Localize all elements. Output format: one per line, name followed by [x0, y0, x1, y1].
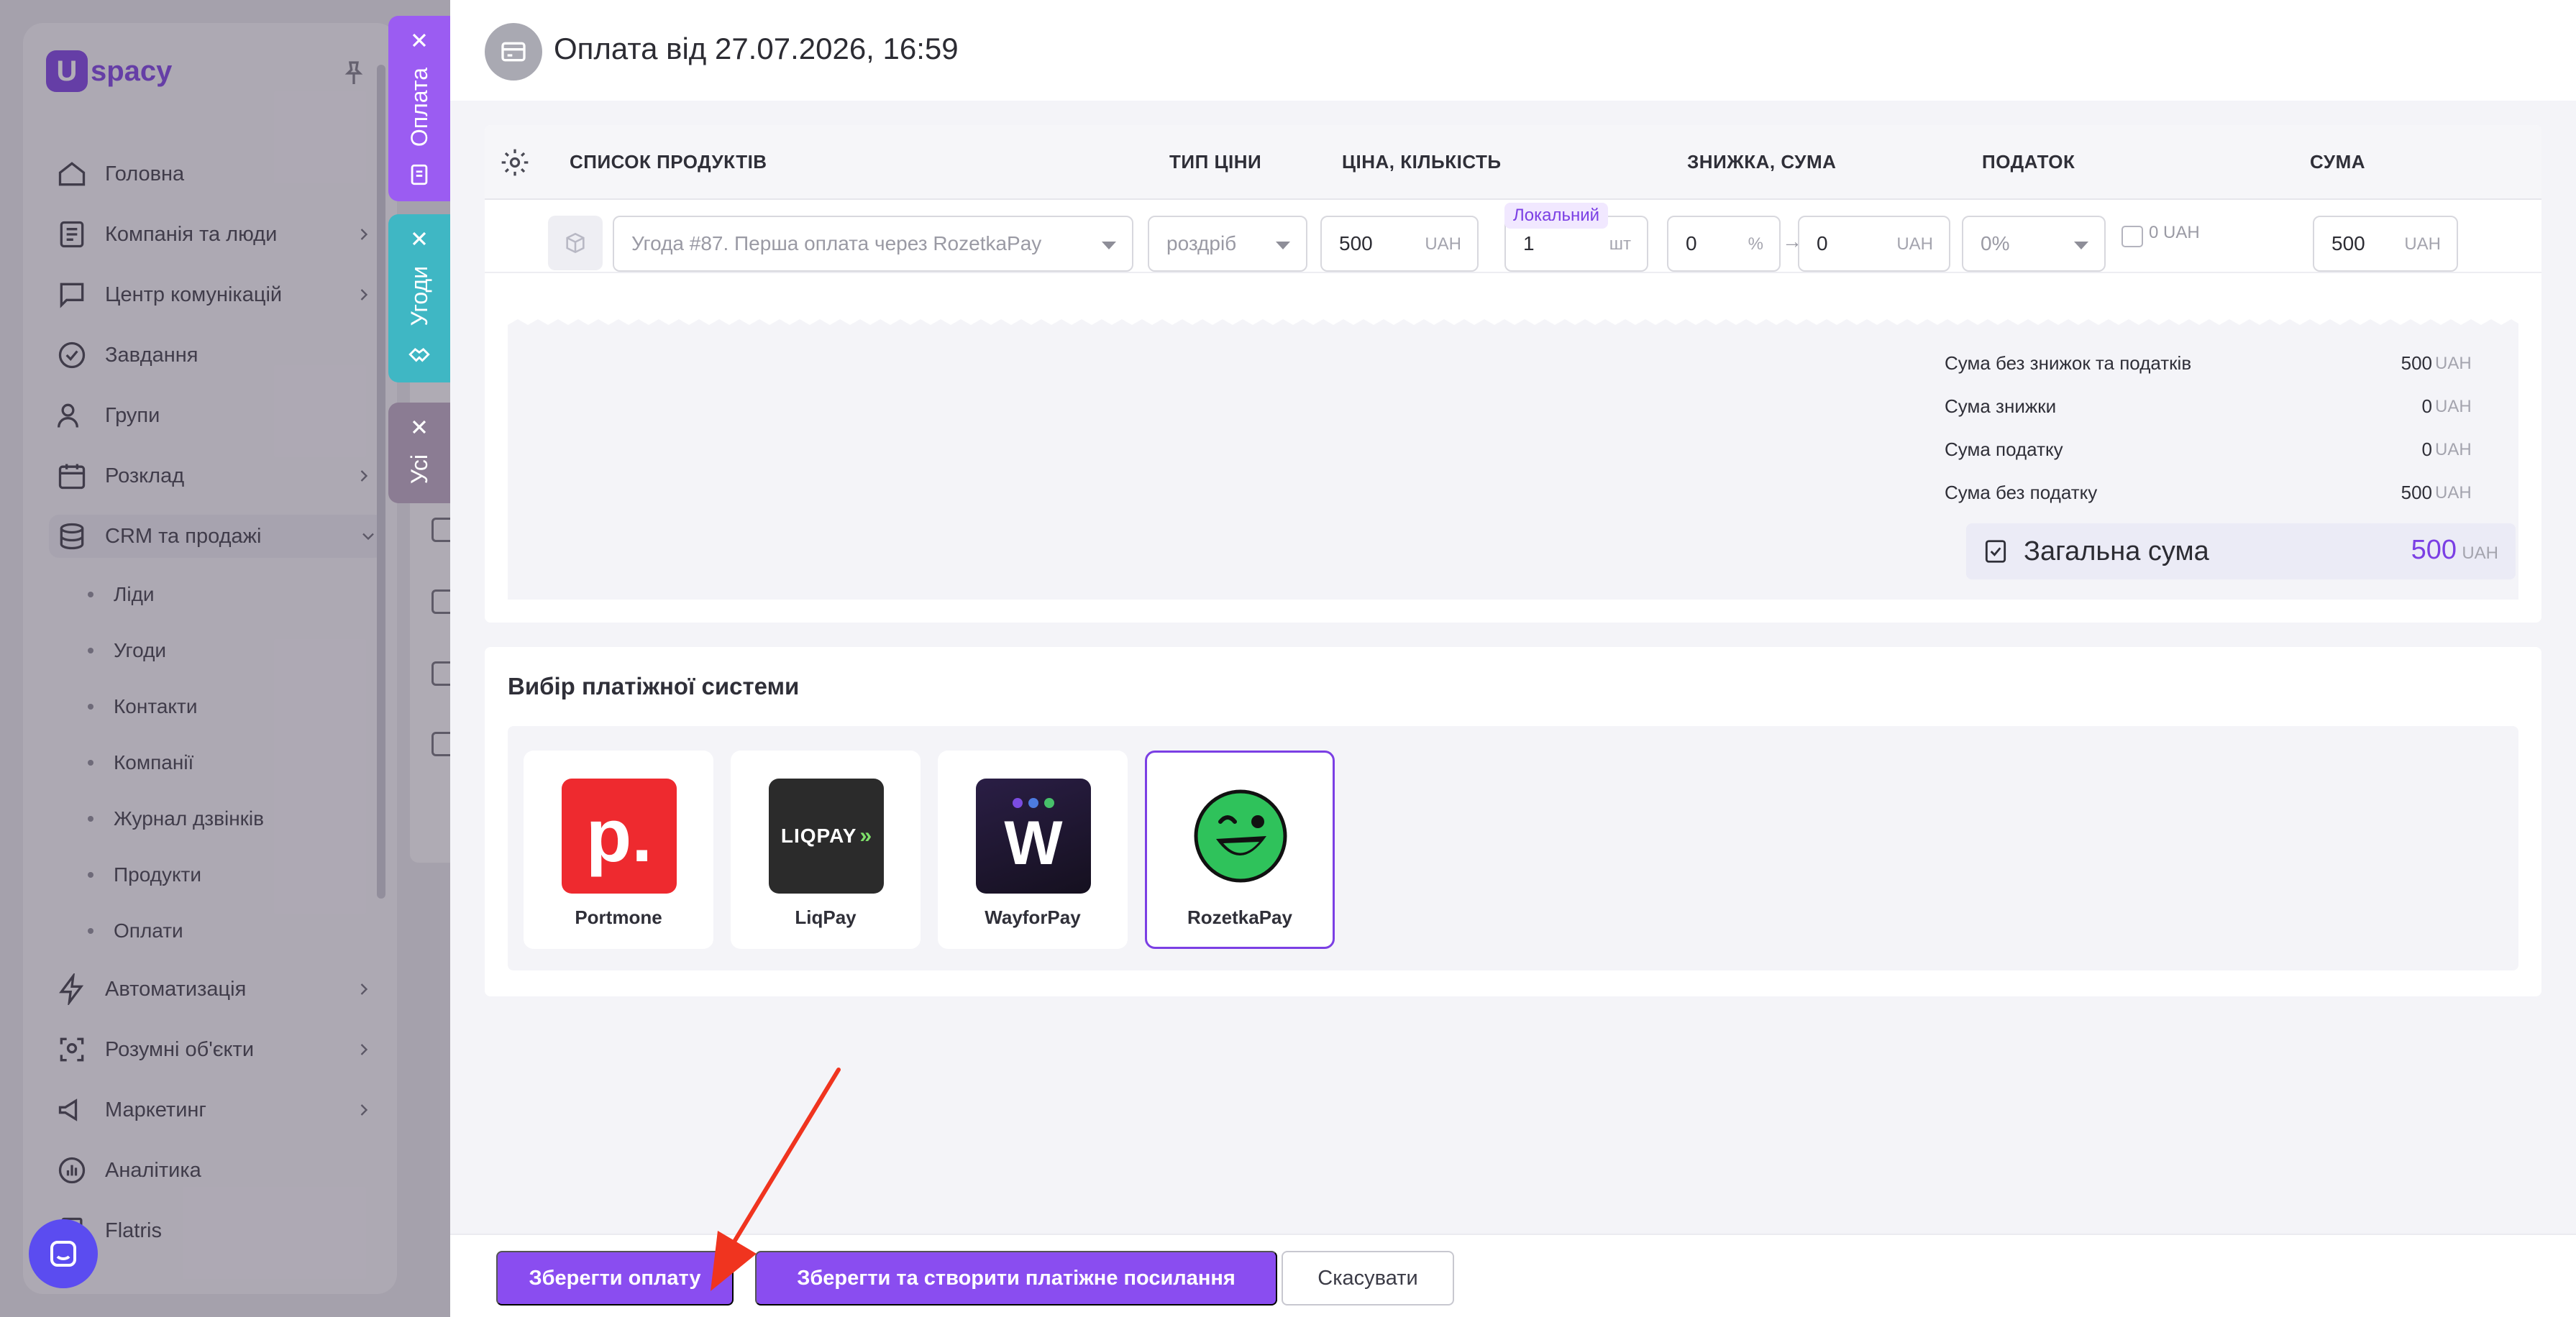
liqpay-logo-text: LIQPAY: [780, 825, 857, 847]
column-header-discount: ЗНИЖКА, СУМА: [1687, 151, 1837, 173]
total-label: Сума знижки: [1945, 395, 2057, 417]
wayforpay-logo: W: [976, 779, 1091, 894]
price-type-select[interactable]: роздріб: [1148, 216, 1307, 272]
total-row: Сума без знижок та податків 500 UAH: [1945, 348, 2491, 377]
discount-percent-input[interactable]: 0 %: [1667, 216, 1781, 272]
liqpay-logo: LIQPAY »: [769, 779, 884, 894]
side-tab-label: Усі: [406, 454, 432, 485]
price-input[interactable]: 500 UAH: [1320, 216, 1479, 272]
product-select-value: Угода #87. Перша оплата через RozetkaPay: [631, 232, 1042, 254]
gear-icon[interactable]: [499, 147, 531, 178]
total-value: 0: [2421, 395, 2432, 417]
portmone-logo: p.: [562, 779, 677, 894]
rozetkapay-logo: [1183, 779, 1298, 894]
grand-total-value: 500: [2411, 535, 2457, 565]
payment-option-label: WayforPay: [985, 907, 1081, 928]
chat-icon: [50, 1241, 76, 1267]
side-tab-all[interactable]: Усі: [388, 403, 450, 503]
side-tab-label: Угоди: [406, 266, 432, 326]
total-value: 500: [2401, 482, 2432, 503]
total-label: Сума без знижок та податків: [1945, 352, 2192, 374]
drawer-footer: Зберегти оплату Зберегти та створити пла…: [450, 1234, 2576, 1317]
total-label: Сума податку: [1945, 439, 2063, 460]
price-value: 500: [1339, 232, 1373, 254]
side-tab-label: Оплата: [406, 68, 432, 147]
discount-percent-unit: %: [1748, 234, 1763, 254]
portmone-logo-text: p.: [585, 794, 653, 878]
save-payment-button[interactable]: Зберегти оплату: [496, 1251, 734, 1305]
wayforpay-dots: [1013, 798, 1054, 808]
grand-total-unit: UAH: [2462, 543, 2498, 563]
save-and-create-link-button[interactable]: Зберегти та створити платіжне посилання: [755, 1251, 1277, 1305]
caret-down-icon: [2074, 242, 2088, 249]
page-title: Оплата від 27.07.2026, 16:59: [554, 32, 959, 65]
caret-down-icon: [1102, 242, 1116, 249]
total-value: 500: [2401, 352, 2432, 374]
product-select[interactable]: Угода #87. Перша оплата через RozetkaPay: [613, 216, 1133, 272]
total-unit: UAH: [2435, 483, 2472, 503]
cancel-button[interactable]: Скасувати: [1282, 1251, 1454, 1305]
side-tab-deals[interactable]: Угоди: [388, 214, 450, 382]
product-cube-icon: [548, 216, 603, 270]
column-header-price-type: ТИП ЦІНИ: [1169, 151, 1262, 173]
grand-total-label: Загальна сума: [2024, 536, 2209, 566]
receipt-icon: [1985, 540, 2006, 563]
quantity-unit: шт: [1609, 234, 1631, 254]
discount-sum-input[interactable]: 0 UAH: [1798, 216, 1950, 272]
payment-option-label: RozetkaPay: [1187, 907, 1292, 928]
handshake-icon: [408, 347, 430, 362]
payment-option-liqpay[interactable]: LIQPAY » LiqPay: [731, 751, 921, 949]
close-icon[interactable]: [408, 227, 431, 250]
payment-card-icon: [485, 23, 542, 81]
local-badge: Локальний: [1504, 203, 1609, 229]
total-value: 0: [2421, 439, 2432, 460]
discount-percent-value: 0: [1686, 232, 1697, 254]
side-tab-payment[interactable]: Оплата: [388, 16, 450, 201]
total-unit: UAH: [2435, 354, 2472, 373]
payment-drawer: Оплата від 27.07.2026, 16:59 СПИСОК ПРОД…: [450, 0, 2576, 1317]
payment-option-portmone[interactable]: p. Portmone: [524, 751, 713, 949]
tax-amount: 0 UAH: [2149, 223, 2200, 242]
chat-widget-button[interactable]: [29, 1219, 98, 1288]
document-icon: [411, 164, 428, 185]
total-row: Сума знижки 0 UAH: [1945, 391, 2491, 420]
products-card: СПИСОК ПРОДУКТІВ ТИП ЦІНИ ЦІНА, КІЛЬКІСТ…: [485, 125, 2541, 623]
sum-input[interactable]: 500 UAH: [2313, 216, 2458, 272]
payment-options-area: p. Portmone LIQPAY » LiqPay W WayforPay …: [508, 726, 2518, 970]
payment-option-label: LiqPay: [795, 907, 857, 928]
payment-system-title: Вибір платіжної системи: [508, 673, 800, 699]
total-label: Сума без податку: [1945, 482, 2098, 503]
chevrons-right-icon: »: [859, 824, 872, 848]
close-icon[interactable]: [408, 29, 431, 52]
tax-included-checkbox[interactable]: [2121, 226, 2143, 247]
discount-sum-value: 0: [1817, 232, 1828, 254]
table-header: СПИСОК ПРОДУКТІВ ТИП ЦІНИ ЦІНА, КІЛЬКІСТ…: [485, 125, 2541, 200]
tax-select[interactable]: 0%: [1962, 216, 2106, 272]
total-unit: UAH: [2435, 440, 2472, 459]
grand-total: Загальна сума 500 UAH: [1966, 523, 2516, 579]
close-icon[interactable]: [408, 416, 431, 439]
discount-sum-unit: UAH: [1896, 234, 1933, 254]
payment-system-card: Вибір платіжної системи p. Portmone LIQP…: [485, 647, 2541, 996]
payment-option-wayforpay[interactable]: W WayforPay: [938, 751, 1128, 949]
tax-value: 0%: [1981, 232, 2010, 254]
payment-option-rozetkapay[interactable]: RozetkaPay: [1145, 751, 1335, 949]
total-row: Сума податку 0 UAH: [1945, 434, 2491, 463]
caret-down-icon: [1276, 242, 1290, 249]
wayforpay-logo-text: W: [1004, 809, 1063, 878]
sum-value: 500: [2331, 232, 2365, 254]
column-header-products: СПИСОК ПРОДУКТІВ: [570, 151, 767, 173]
total-unit: UAH: [2435, 397, 2472, 416]
sum-unit: UAH: [2404, 234, 2441, 254]
rozetka-smile-icon: [1194, 789, 1287, 883]
column-header-price-qty: ЦІНА, КІЛЬКІСТЬ: [1342, 151, 1502, 173]
drawer-header: Оплата від 27.07.2026, 16:59: [450, 0, 2576, 101]
price-unit: UAH: [1425, 234, 1461, 254]
payment-option-label: Portmone: [575, 907, 662, 928]
price-type-value: роздріб: [1166, 232, 1237, 254]
total-row: Сума без податку 500 UAH: [1945, 477, 2491, 506]
column-header-sum: СУМА: [2310, 151, 2366, 173]
column-header-tax: ПОДАТОК: [1982, 151, 2075, 173]
quantity-value: 1: [1523, 232, 1535, 254]
